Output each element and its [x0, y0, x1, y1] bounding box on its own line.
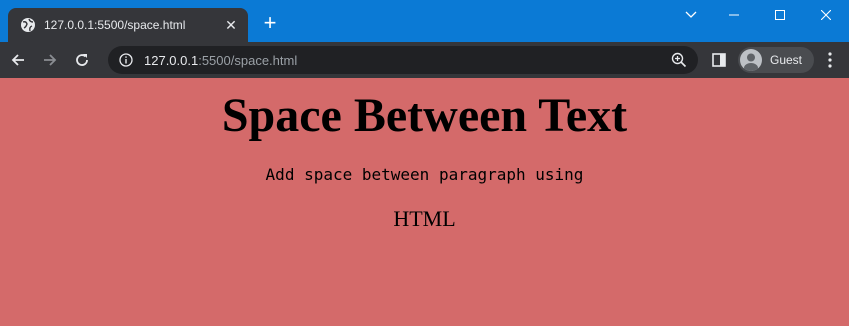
- reload-icon[interactable]: [68, 46, 96, 74]
- profile-button[interactable]: Guest: [738, 47, 814, 73]
- url-path: :5500/space.html: [198, 52, 298, 68]
- profile-name: Guest: [770, 53, 803, 67]
- browser-tab[interactable]: 127.0.0.1:5500/space.html ✕: [8, 8, 248, 42]
- forward-arrow-icon[interactable]: [36, 46, 64, 74]
- more-menu-icon[interactable]: [822, 50, 838, 70]
- site-info-icon[interactable]: [118, 52, 134, 68]
- url-text[interactable]: 127.0.0.1:5500/space.html: [144, 53, 670, 68]
- window-controls: [711, 0, 849, 30]
- close-window-icon[interactable]: [803, 0, 849, 30]
- browser-toolbar: 127.0.0.1:5500/space.html Guest: [0, 42, 849, 78]
- minimize-icon[interactable]: [711, 0, 757, 30]
- back-arrow-icon[interactable]: [4, 46, 32, 74]
- close-tab-icon[interactable]: ✕: [222, 16, 240, 34]
- url-host: 127.0.0.1: [144, 52, 199, 68]
- browser-title-bar: 127.0.0.1:5500/space.html ✕ +: [0, 0, 849, 42]
- tab-search-icon[interactable]: [680, 4, 702, 26]
- maximize-icon[interactable]: [757, 0, 803, 30]
- new-tab-button[interactable]: +: [258, 12, 282, 36]
- paragraph-line-2: HTML: [393, 206, 456, 231]
- tab-title: 127.0.0.1:5500/space.html: [44, 18, 186, 32]
- zoom-icon[interactable]: [670, 51, 688, 69]
- paragraph-line-1: Add space between paragraph using: [265, 165, 584, 184]
- page-content: Space Between Text Add space between par…: [0, 78, 849, 326]
- avatar-icon: [740, 49, 762, 71]
- page-heading: Space Between Text: [221, 89, 628, 142]
- side-panel-icon[interactable]: [710, 51, 728, 69]
- address-bar[interactable]: 127.0.0.1:5500/space.html: [108, 46, 698, 74]
- globe-icon: [20, 17, 36, 33]
